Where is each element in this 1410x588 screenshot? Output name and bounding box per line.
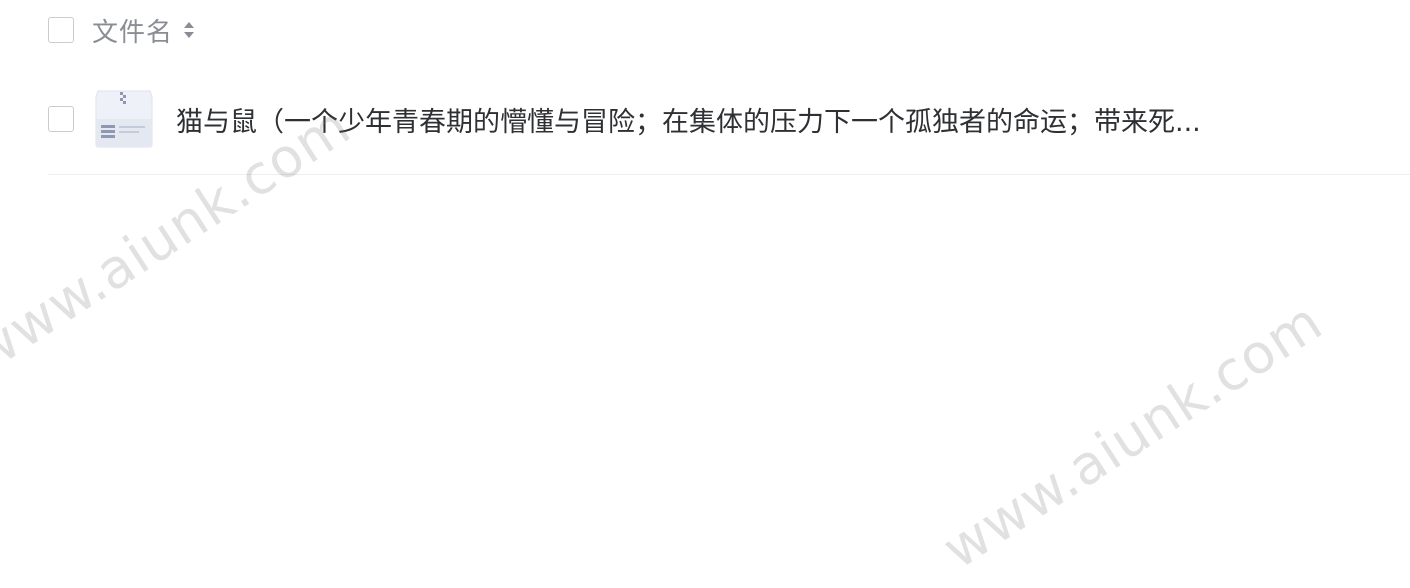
file-name-link[interactable]: 猫与鼠（一个少年青春期的懵懂与冒险；在集体的压力下一个孤独者的命运；带来死... xyxy=(176,100,1201,139)
column-header-filename[interactable]: 文件名 xyxy=(92,12,173,49)
archive-file-icon xyxy=(94,89,154,149)
select-all-checkbox[interactable] xyxy=(48,17,74,43)
file-select-checkbox[interactable] xyxy=(48,106,74,132)
file-list-item[interactable]: 猫与鼠（一个少年青春期的懵懂与冒险；在集体的压力下一个孤独者的命运；带来死... xyxy=(48,88,1410,150)
file-list-header: 文件名 xyxy=(48,12,195,49)
row-divider xyxy=(48,174,1410,175)
sort-icon[interactable] xyxy=(183,18,195,42)
file-list-page: 文件名 猫与鼠（一个少年青春期的懵懂与冒险；在集体的压力下一个孤独者的命运；带来… xyxy=(0,0,1410,588)
watermark-text: www.aiunk.com xyxy=(931,289,1334,581)
